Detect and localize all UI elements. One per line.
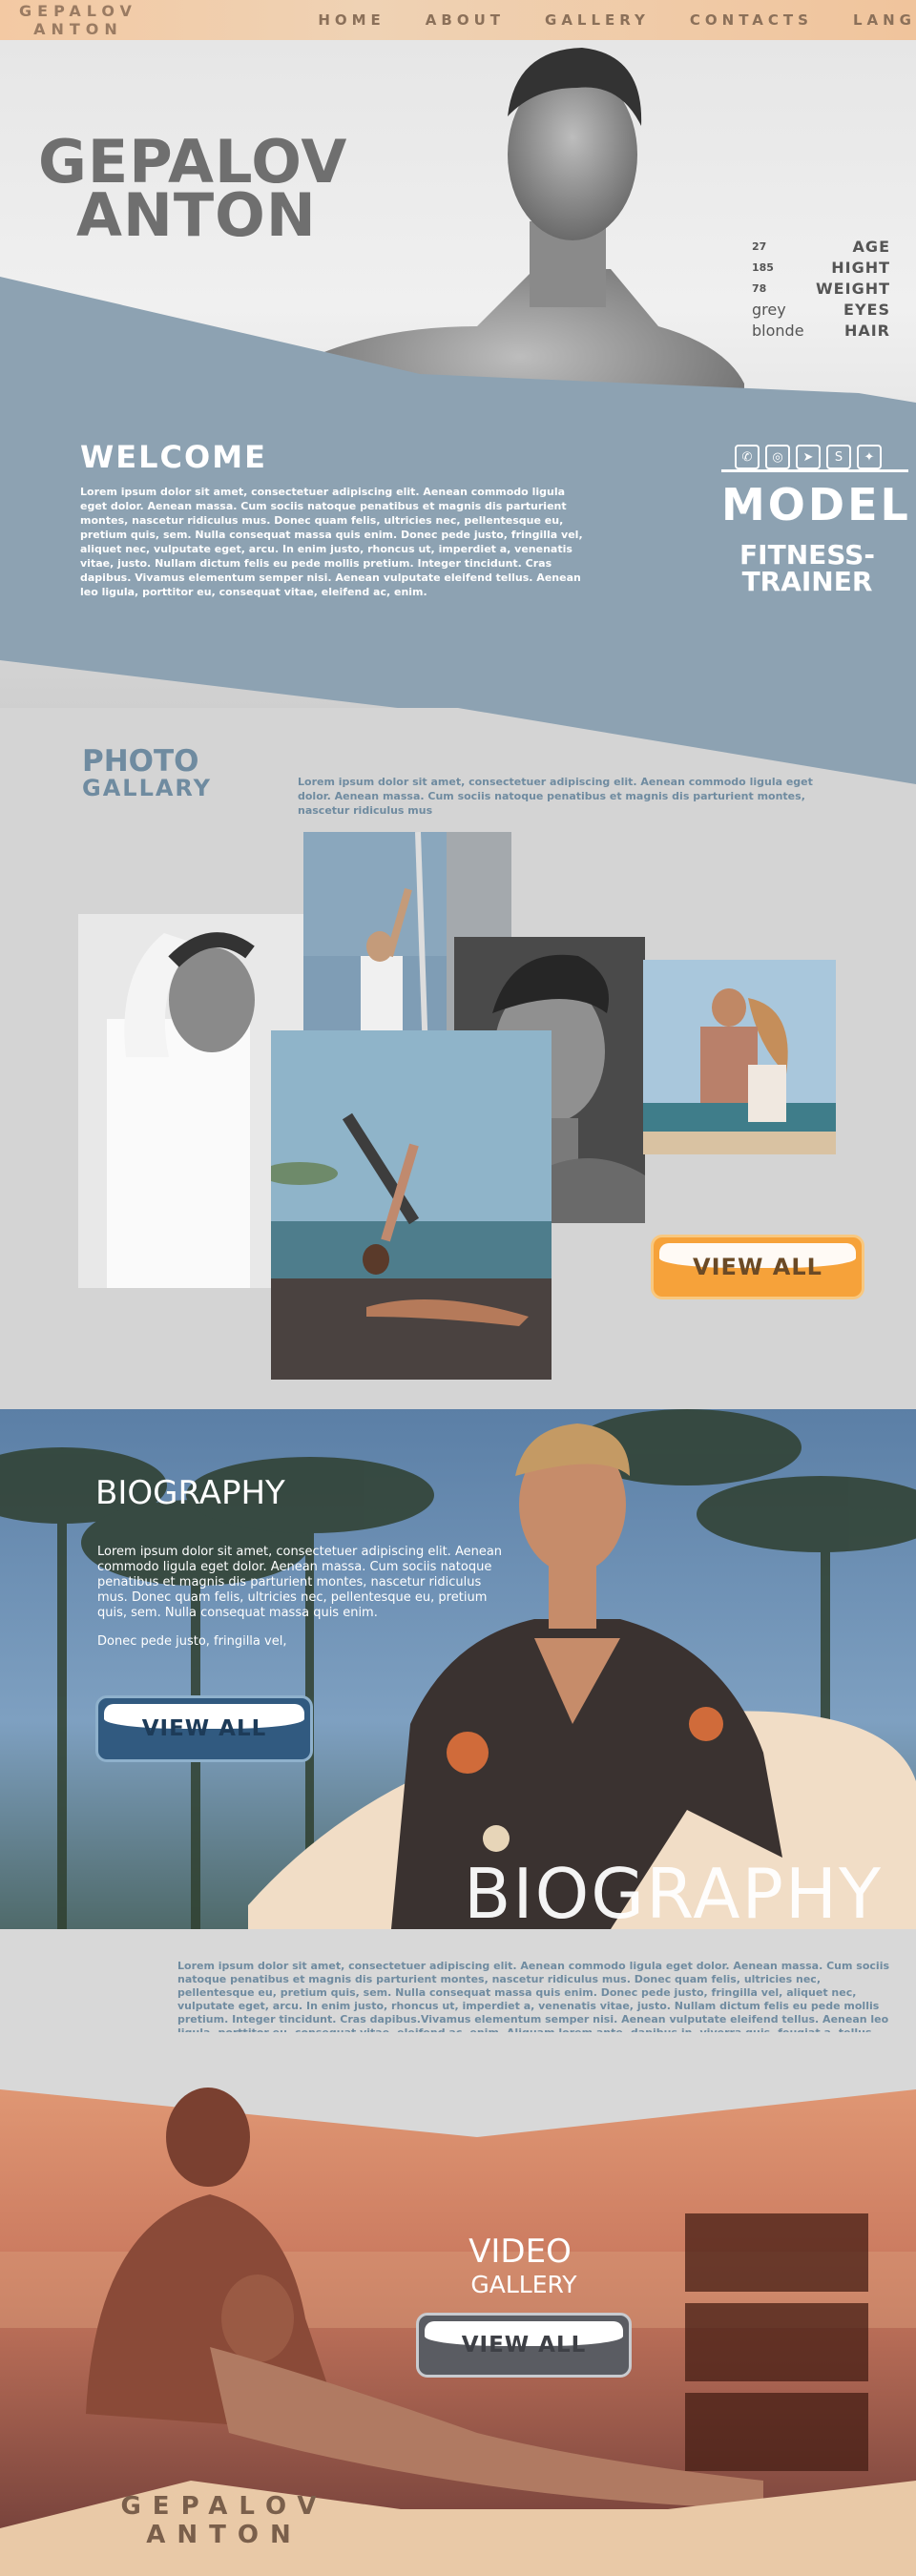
video-subtitle: GALLERY — [470, 2271, 577, 2298]
logo-line2: ANTON — [33, 20, 123, 38]
welcome-text: Lorem ipsum dolor sit amet, consectetuer… — [80, 486, 583, 598]
button-label: VIEW ALL — [693, 1254, 822, 1280]
nav-contacts[interactable]: CONTACTS — [690, 11, 813, 29]
twitter-icon[interactable]: ✦ — [857, 445, 882, 469]
telegram-icon[interactable]: ➤ — [796, 445, 821, 469]
gallery-title-line2: GALLARY — [82, 775, 212, 801]
biography-paragraph-2: Donec pede justo, fringilla vel, — [97, 1634, 287, 1649]
gallery-description: Lorem ipsum dolor sit amet, consectetuer… — [298, 776, 813, 817]
gallery-photo-1[interactable] — [78, 914, 303, 1288]
biography-section: BIOGRAPHY Lorem ipsum dolor sit amet, co… — [0, 1409, 916, 1929]
photo-gallery-section: PHOTO GALLARY Lorem ipsum dolor sit amet… — [0, 708, 916, 1409]
biography-text: Lorem ipsum dolor sit amet, consectetuer… — [97, 1545, 508, 1663]
gallery-title: PHOTO GALLARY — [82, 744, 212, 802]
button-label: VIEW ALL — [141, 1716, 267, 1741]
instagram-icon[interactable]: ◎ — [765, 445, 790, 469]
gallery-photo-4[interactable] — [643, 960, 836, 1154]
footer-logo-line1: GEPALOV — [120, 2492, 328, 2521]
gallery-photo-5[interactable] — [271, 1030, 552, 1380]
video-thumbnail-3[interactable] — [685, 2393, 868, 2471]
video-title: VIDEO — [468, 2233, 572, 2271]
biography-paragraph-1: Lorem ipsum dolor sit amet, consectetuer… — [97, 1545, 503, 1620]
top-nav: GEPALOV ANTON HOME ABOUT GALLERY CONTACT… — [0, 0, 916, 40]
divider — [721, 469, 908, 472]
video-thumbnail-2[interactable] — [685, 2303, 868, 2381]
gallery-title-line1: PHOTO — [82, 744, 199, 779]
biography-title: BIOGRAPHY — [95, 1474, 285, 1512]
whatsapp-icon[interactable]: ✆ — [735, 445, 760, 469]
footer-logo-line2: ANTON — [146, 2521, 302, 2549]
button-label: VIEW ALL — [461, 2333, 587, 2358]
nav-links: HOME ABOUT GALLERY CONTACTS LANG — [278, 11, 916, 29]
biography-big-title: BIOGRAPHY — [464, 1854, 883, 1929]
logo-line1: GEPALOV — [19, 2, 137, 20]
skype-icon[interactable]: S — [826, 445, 851, 469]
video-view-all-button[interactable]: VIEW ALL — [416, 2313, 632, 2378]
nav-home[interactable]: HOME — [318, 11, 385, 29]
gallery-view-all-button[interactable]: VIEW ALL — [651, 1235, 864, 1299]
logo[interactable]: GEPALOV ANTON — [19, 2, 137, 38]
biography-view-all-button[interactable]: VIEW ALL — [95, 1695, 313, 1762]
role-model: MODEL — [721, 479, 911, 530]
nav-lang[interactable]: LANG — [853, 11, 916, 29]
footer-logo[interactable]: GEPALOV ANTON — [95, 2492, 353, 2549]
nav-gallery[interactable]: GALLERY — [545, 11, 650, 29]
hero-section: GEPALOV ANTON 27 AGE 185 HIGHT 78 WEIGHT… — [0, 40, 916, 708]
video-thumbnail-1[interactable] — [685, 2213, 868, 2292]
social-links: ✆ ◎ ➤ S ✦ — [735, 445, 882, 469]
nav-about[interactable]: ABOUT — [426, 11, 505, 29]
welcome-title: WELCOME — [80, 439, 267, 475]
role-trainer: FITNESS-TRAINER — [739, 539, 875, 597]
welcome-band-bg — [0, 277, 916, 708]
